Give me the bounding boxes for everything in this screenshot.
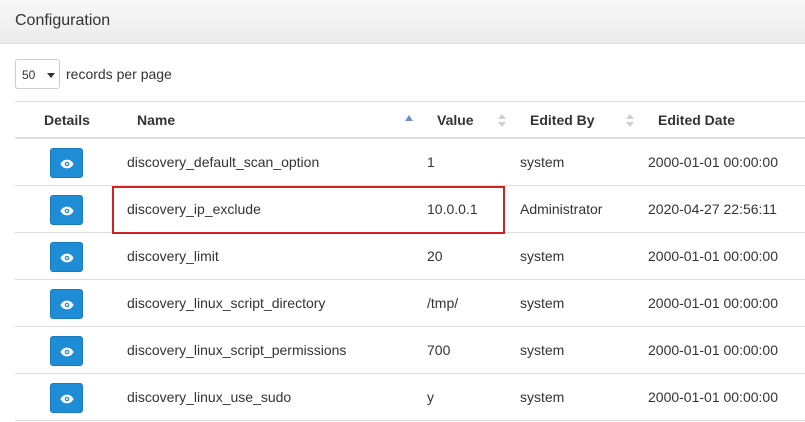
eye-icon: [60, 298, 74, 310]
cell-edited-by: system: [520, 342, 565, 358]
table-row: discovery_ip_exclude 10.0.0.1 Administrato…: [15, 186, 805, 233]
table-row: discovery_limit 20 system 2000-01-01 00:00:…: [15, 233, 805, 280]
page-title: Configuration: [15, 12, 111, 29]
cell-value: 20: [427, 248, 443, 264]
eye-icon: [60, 157, 74, 169]
cell-value: 700: [427, 342, 451, 358]
eye-icon: [60, 345, 74, 357]
cell-edited-date: 2000-01-01 00:00:00: [648, 342, 778, 358]
cell-value: 10.0.0.1: [427, 201, 478, 217]
column-header-name[interactable]: Name: [137, 112, 175, 128]
eye-icon: [60, 392, 74, 404]
panel-header: Configuration: [0, 0, 805, 44]
cell-name[interactable]: discovery_limit: [127, 248, 219, 264]
details-button[interactable]: [50, 289, 83, 319]
sort-both-icon: [498, 114, 506, 128]
cell-edited-by: system: [520, 154, 565, 170]
records-per-page-select[interactable]: 50: [15, 59, 60, 89]
cell-name[interactable]: discovery_linux_script_permissions: [127, 342, 346, 358]
cell-edited-date: 2000-01-01 00:00:00: [648, 389, 778, 405]
sort-both-icon: [626, 114, 634, 128]
cell-edited-by: Administrator: [520, 201, 603, 217]
table-header: Details Name Value Edited By Edited Date: [15, 101, 805, 139]
cell-edited-by: system: [520, 389, 565, 405]
details-button[interactable]: [50, 336, 83, 366]
cell-edited-by: system: [520, 248, 565, 264]
column-header-details: Details: [44, 112, 90, 128]
column-header-edited-by[interactable]: Edited By: [530, 112, 595, 128]
cell-name[interactable]: discovery_default_scan_option: [127, 154, 319, 170]
cell-value: /tmp/: [427, 295, 459, 311]
cell-name[interactable]: discovery_ip_exclude: [127, 201, 261, 217]
table-row: discovery_linux_script_permissions 700 sys…: [15, 327, 805, 374]
column-header-value[interactable]: Value: [437, 112, 474, 128]
cell-edited-date: 2000-01-01 00:00:00: [648, 154, 778, 170]
cell-edited-date: 2020-04-27 22:56:11: [648, 201, 777, 217]
cell-name[interactable]: discovery_linux_use_sudo: [127, 389, 291, 405]
records-per-page-label: records per page: [66, 66, 172, 82]
cell-name[interactable]: discovery_linux_script_directory: [127, 295, 325, 311]
cell-edited-date: 2000-01-01 00:00:00: [648, 295, 778, 311]
details-button[interactable]: [50, 148, 83, 178]
caret-down-icon: [47, 73, 55, 78]
details-button[interactable]: [50, 383, 83, 413]
details-button[interactable]: [50, 195, 83, 225]
eye-icon: [60, 251, 74, 263]
table-row: discovery_default_scan_option 1 system 2000…: [15, 139, 805, 186]
eye-icon: [60, 204, 74, 216]
records-per-page-value: 50: [22, 68, 36, 82]
sort-asc-icon: [405, 115, 413, 121]
cell-value: y: [427, 389, 434, 405]
table-row: discovery_linux_script_directory/tmp/sys…: [15, 280, 805, 327]
column-header-edited-date[interactable]: Edited Date: [658, 112, 735, 128]
details-button[interactable]: [50, 242, 83, 272]
table-row: discovery_linux_use_sudo y system 2000-01-0…: [15, 374, 805, 421]
cell-edited-date: 2000-01-01 00:00:00: [648, 248, 778, 264]
cell-value: 1: [427, 154, 435, 170]
cell-edited-by: system: [520, 295, 565, 311]
